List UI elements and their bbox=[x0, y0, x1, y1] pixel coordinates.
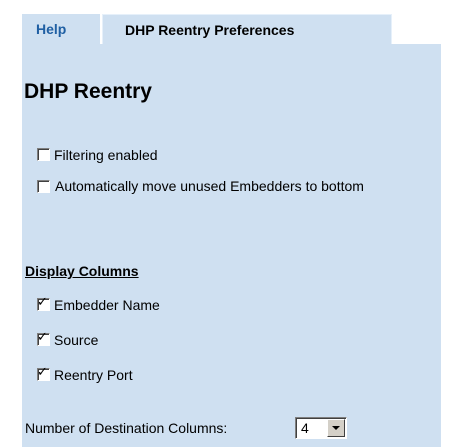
checkmark-icon: ✓ bbox=[37, 365, 48, 380]
source-label: Source bbox=[54, 332, 99, 348]
tab-bar: Help DHP Reentry Preferences bbox=[0, 0, 457, 44]
destination-columns-select[interactable]: 4 bbox=[295, 417, 347, 439]
dropdown-button[interactable] bbox=[327, 419, 345, 437]
filtering-enabled-label: Filtering enabled bbox=[54, 147, 158, 163]
tab-dhp-reentry-preferences[interactable]: DHP Reentry Preferences bbox=[102, 14, 392, 44]
chevron-down-icon bbox=[332, 426, 340, 430]
destination-columns-value: 4 bbox=[301, 420, 309, 436]
embedder-name-checkbox[interactable]: ✓ bbox=[37, 295, 50, 311]
preferences-panel: DHP Reentry Filtering enabled Automatica… bbox=[22, 44, 441, 447]
reentry-port-checkbox[interactable]: ✓ bbox=[37, 365, 50, 381]
checkmark-icon: ✓ bbox=[37, 295, 48, 310]
tab-help[interactable]: Help bbox=[22, 14, 100, 44]
source-checkbox[interactable]: ✓ bbox=[37, 330, 50, 346]
embedder-name-label: Embedder Name bbox=[54, 297, 160, 313]
filtering-enabled-checkbox[interactable] bbox=[37, 148, 50, 161]
page-title: DHP Reentry bbox=[24, 80, 152, 103]
reentry-port-label: Reentry Port bbox=[54, 367, 133, 383]
auto-move-option[interactable]: Automatically move unused Embedders to b… bbox=[37, 175, 442, 221]
display-columns-heading: Display Columns bbox=[25, 263, 139, 279]
checkmark-icon: ✓ bbox=[37, 330, 48, 345]
destination-columns-label: Number of Destination Columns: bbox=[25, 420, 228, 436]
auto-move-label: Automatically move unused Embedders to b… bbox=[55, 178, 364, 194]
